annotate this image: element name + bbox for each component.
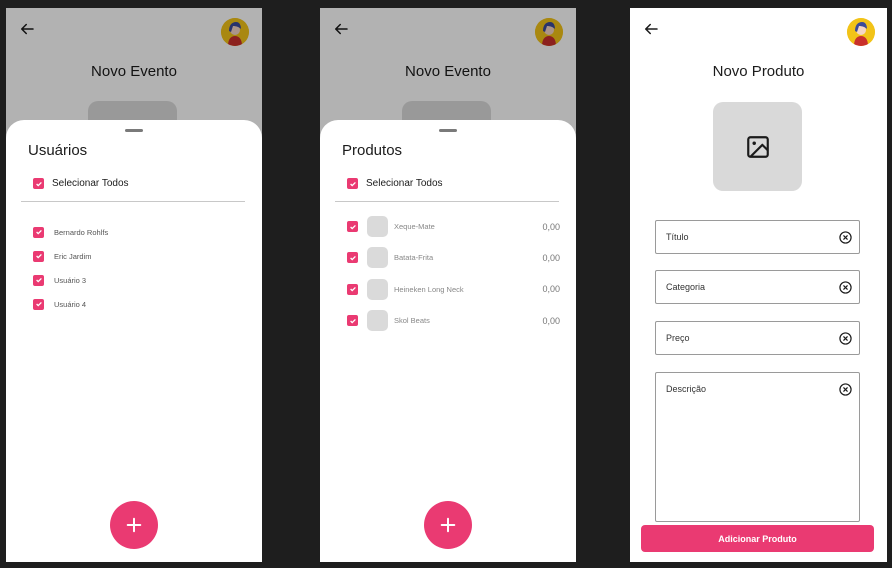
divider xyxy=(335,201,559,202)
user-list: Bernardo Rohlfs Eric Jardim Usuário 3 Us… xyxy=(33,220,250,316)
user-name: Usuário 4 xyxy=(54,299,87,309)
description-field-label: Descrição xyxy=(666,384,707,394)
back-arrow-icon[interactable] xyxy=(642,20,660,38)
users-bottom-sheet: Usuários Selecionar Todos Bernardo Rohlf… xyxy=(6,120,262,562)
list-item[interactable]: Bernardo Rohlfs xyxy=(33,220,250,244)
price-field-label: Preço xyxy=(666,333,690,343)
product-name: Batata-Frita xyxy=(394,253,434,263)
clear-icon[interactable] xyxy=(839,332,852,345)
product-thumbnail xyxy=(367,216,388,238)
clear-icon[interactable] xyxy=(839,383,852,396)
product-list: Xeque-Mate 0,00 Batata-Frita 0,00 Heineken… xyxy=(347,211,564,336)
add-product-button[interactable]: Adicionar Produto xyxy=(641,525,874,552)
plus-icon xyxy=(440,517,456,533)
screen-new-product: Novo Produto Título Categoria Preço Desc… xyxy=(630,8,887,562)
list-item[interactable]: Heineken Long Neck 0,00 xyxy=(347,274,564,305)
sheet-title: Usuários xyxy=(28,142,88,159)
avatar[interactable] xyxy=(847,18,875,46)
select-all-checkbox[interactable]: Selecionar Todos xyxy=(347,178,443,189)
list-item[interactable]: Batata-Frita 0,00 xyxy=(347,242,564,273)
product-price: 0,00 xyxy=(542,221,560,232)
sheet-title: Produtos xyxy=(342,142,403,159)
price-field[interactable]: Preço xyxy=(655,321,860,355)
title-field-label: Título xyxy=(666,232,689,242)
check-icon[interactable] xyxy=(33,178,44,189)
select-all-checkbox[interactable]: Selecionar Todos xyxy=(33,178,129,189)
check-icon[interactable] xyxy=(33,274,44,286)
sheet-drag-handle[interactable] xyxy=(125,129,143,132)
page-title: Novo Produto xyxy=(712,63,805,80)
check-icon[interactable] xyxy=(347,283,358,295)
divider xyxy=(21,201,245,202)
add-button[interactable] xyxy=(424,501,472,549)
list-item[interactable]: Usuário 3 xyxy=(33,268,250,292)
screen-users: Novo Evento Usuários Selecionar Todos Be… xyxy=(6,8,262,562)
user-name: Usuário 3 xyxy=(54,275,87,285)
check-icon[interactable] xyxy=(347,252,358,264)
check-icon[interactable] xyxy=(33,226,44,238)
category-field-label: Categoria xyxy=(666,282,706,292)
list-item[interactable]: Xeque-Mate 0,00 xyxy=(347,211,564,242)
screen-products: Novo Evento Produtos Selecionar Todos Xe… xyxy=(320,8,576,562)
list-item[interactable]: Eric Jardim xyxy=(33,244,250,268)
title-field[interactable]: Título xyxy=(655,220,860,254)
product-name: Xeque-Mate xyxy=(394,222,435,232)
check-icon[interactable] xyxy=(33,250,44,262)
user-name: Bernardo Rohlfs xyxy=(54,227,109,237)
list-item[interactable]: Skol Beats 0,00 xyxy=(347,305,564,336)
products-bottom-sheet: Produtos Selecionar Todos Xeque-Mate 0,00… xyxy=(320,120,576,562)
product-image-picker[interactable] xyxy=(713,102,802,191)
description-field[interactable]: Descrição xyxy=(655,372,860,522)
product-thumbnail xyxy=(367,278,388,300)
category-field[interactable]: Categoria xyxy=(655,270,860,304)
image-icon xyxy=(746,135,769,158)
product-price: 0,00 xyxy=(542,315,560,326)
check-icon[interactable] xyxy=(347,221,358,233)
product-thumbnail xyxy=(367,310,388,332)
check-icon[interactable] xyxy=(33,298,44,310)
product-name: Heineken Long Neck xyxy=(394,284,464,294)
sheet-drag-handle[interactable] xyxy=(439,129,457,132)
clear-icon[interactable] xyxy=(839,231,852,244)
add-button[interactable] xyxy=(110,501,158,549)
product-price: 0,00 xyxy=(542,252,560,263)
list-item[interactable]: Usuário 4 xyxy=(33,292,250,316)
check-icon[interactable] xyxy=(347,315,358,327)
select-all-label: Selecionar Todos xyxy=(52,178,129,189)
product-price: 0,00 xyxy=(542,284,560,295)
select-all-label: Selecionar Todos xyxy=(366,178,443,189)
plus-icon xyxy=(126,517,142,533)
check-icon[interactable] xyxy=(347,178,358,189)
product-thumbnail xyxy=(367,247,388,269)
user-name: Eric Jardim xyxy=(54,251,92,261)
clear-icon[interactable] xyxy=(839,281,852,294)
product-name: Skol Beats xyxy=(394,316,430,326)
